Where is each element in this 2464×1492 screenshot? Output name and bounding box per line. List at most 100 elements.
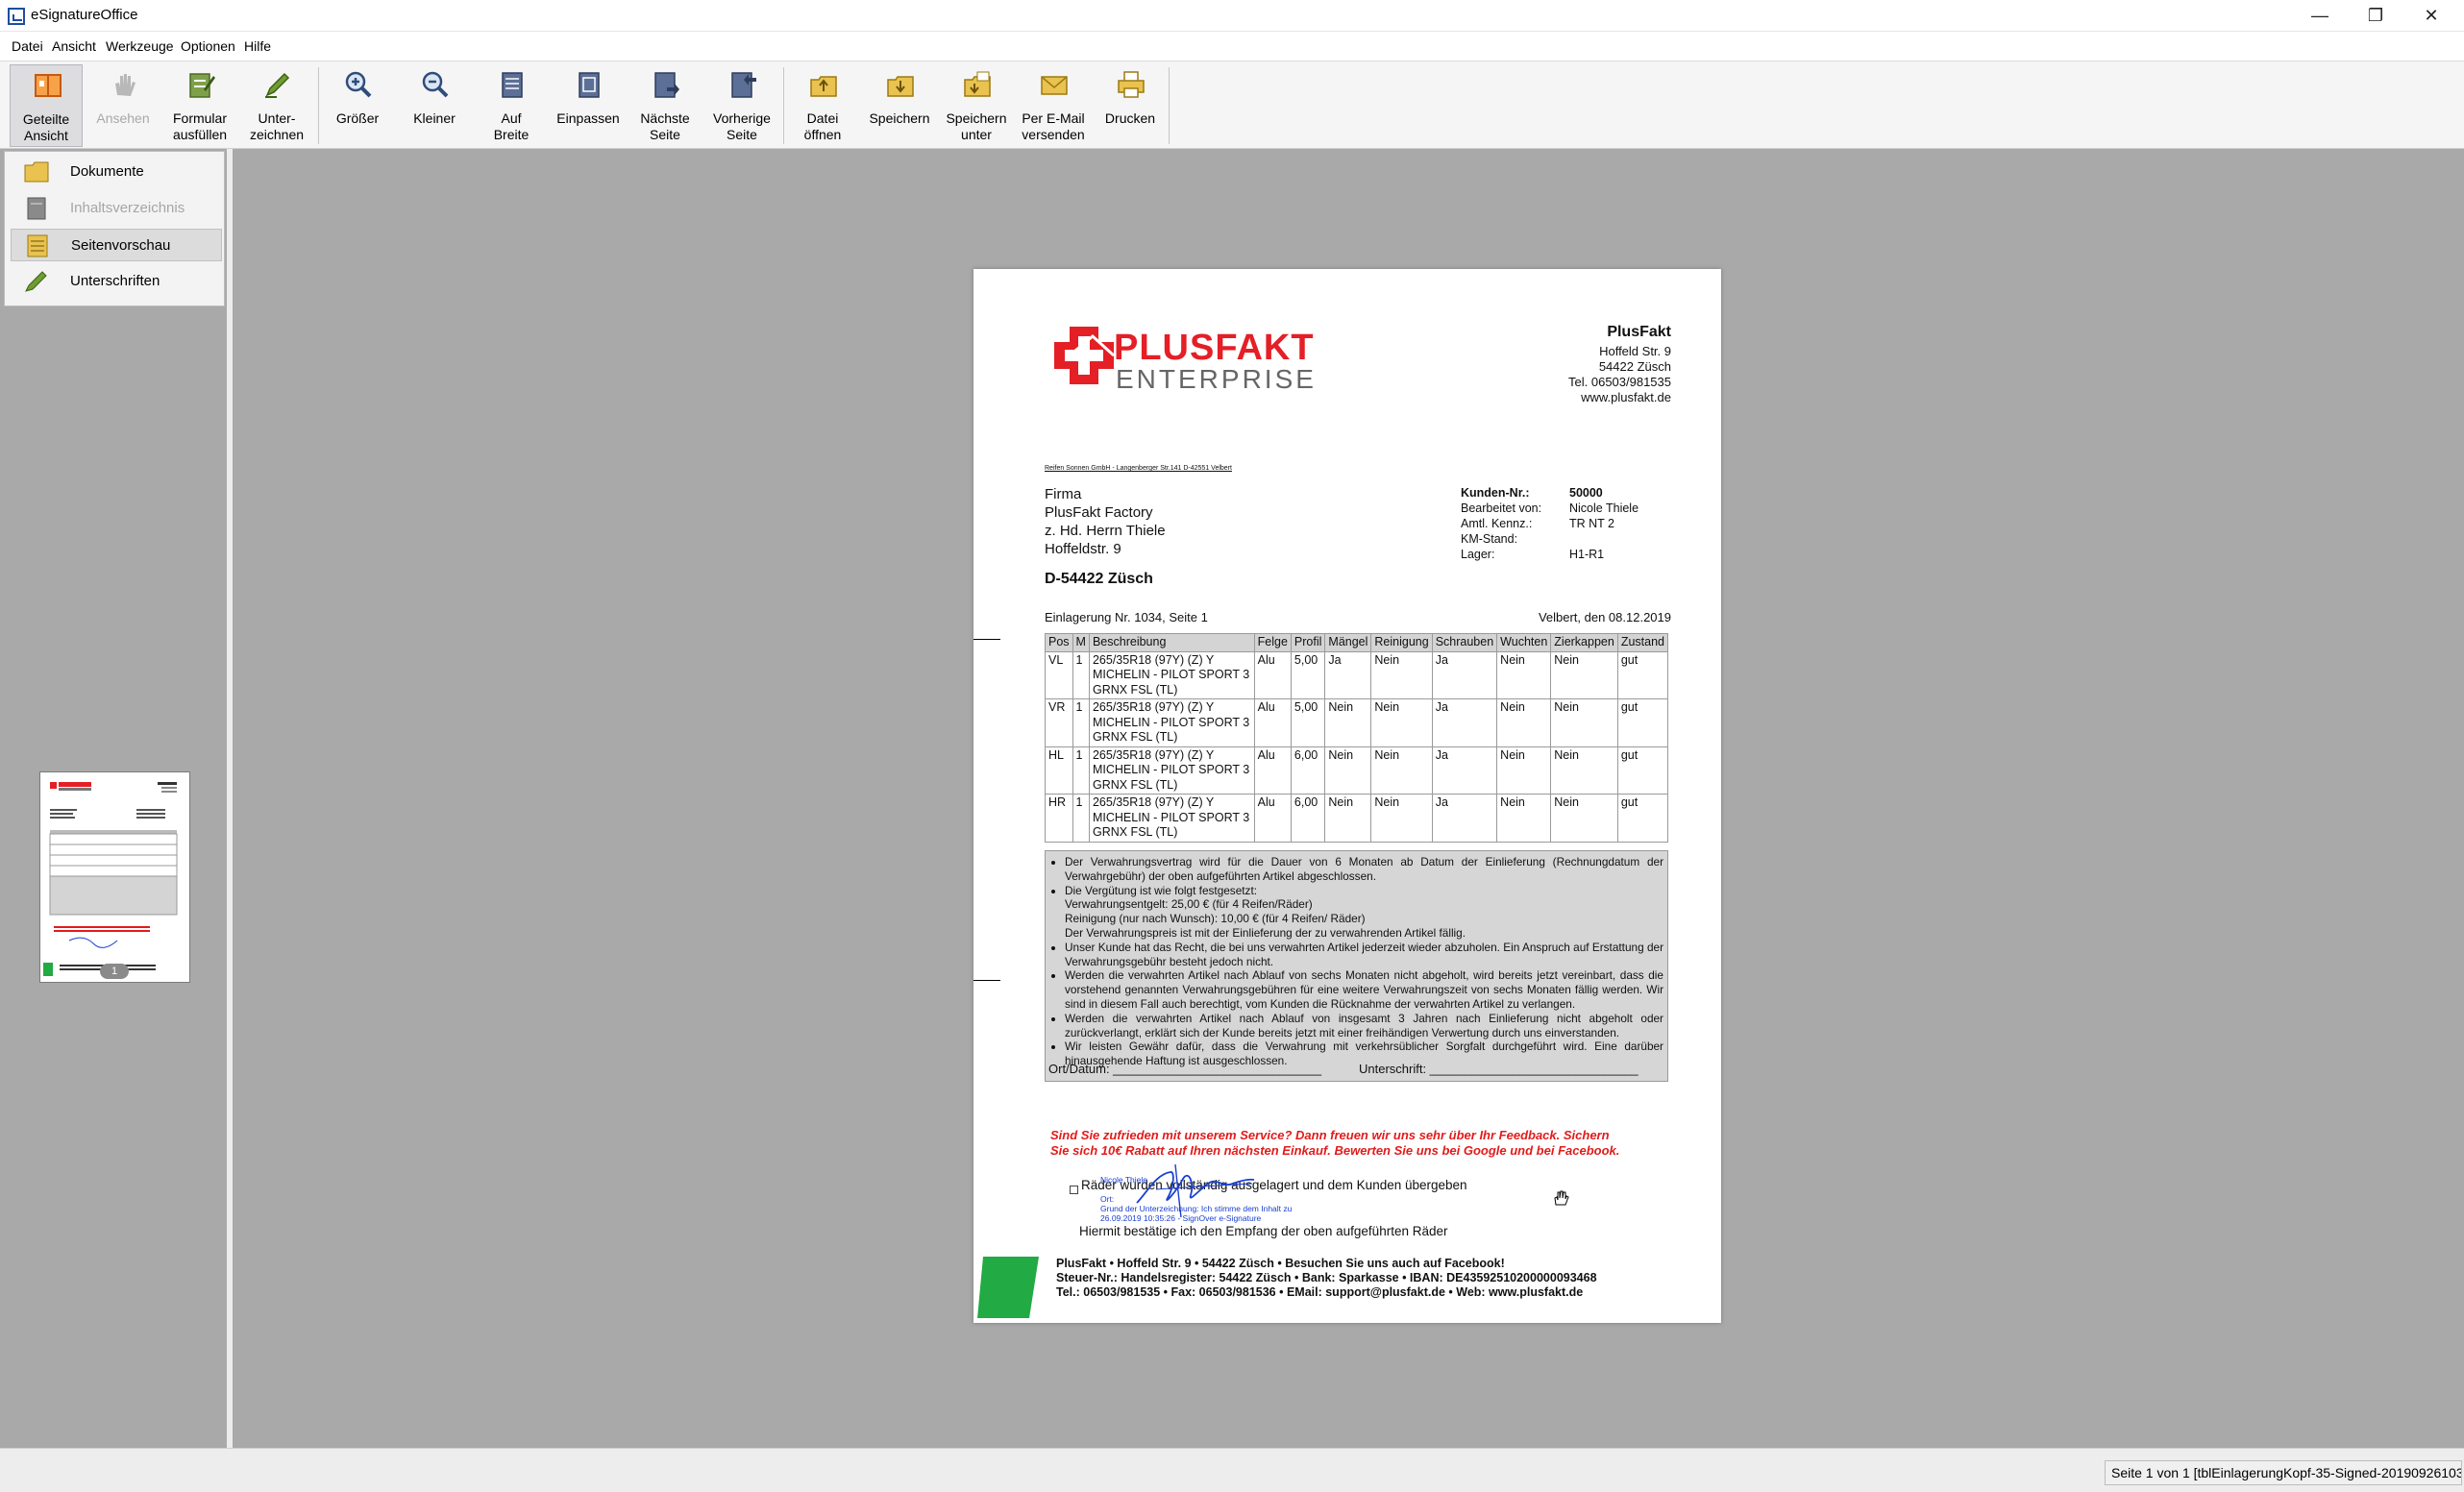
- cell-zierkappen: Nein: [1550, 650, 1618, 699]
- info-value: H1-R1: [1569, 548, 1605, 561]
- cell-profil: 6,00: [1290, 794, 1326, 843]
- minimize-button[interactable]: —: [2293, 0, 2347, 32]
- close-button[interactable]: ✕: [2404, 0, 2458, 32]
- fit-width-icon: [502, 72, 523, 98]
- signature-label: Unterschrift: __________________________…: [1359, 1062, 1639, 1077]
- cell-zustand: gut: [1616, 746, 1669, 795]
- cell-m: 1: [1072, 698, 1090, 747]
- fold-mark: [973, 639, 1000, 640]
- page-thumbnail[interactable]: 1: [39, 771, 190, 983]
- save-as-icon: [964, 71, 991, 97]
- next-page-button[interactable]: Nächste Seite: [628, 64, 702, 147]
- terms-item: Die Vergütung ist wie folgt festgesetzt:…: [1065, 884, 1663, 941]
- recipient-line: PlusFakt Factory: [1045, 504, 1153, 521]
- column-header: Zierkappen: [1550, 633, 1618, 652]
- company-phone: Tel. 06503/981535: [1568, 375, 1671, 389]
- signature-stamp-line: Ort:: [1100, 1194, 1115, 1204]
- place-date-label: Ort/Datum: _____________________________…: [1048, 1062, 1322, 1077]
- menu-datei[interactable]: Datei: [12, 38, 43, 54]
- column-header: Profil: [1290, 633, 1326, 652]
- info-label: Lager:: [1461, 548, 1495, 561]
- book-icon: [27, 197, 46, 220]
- cell-profil: 5,00: [1290, 698, 1326, 747]
- next-page-icon: [654, 72, 679, 98]
- description-line: MICHELIN - PILOT SPORT 3: [1092, 810, 1250, 824]
- thumbnail-page-number: 1: [100, 964, 129, 979]
- menu-optionen[interactable]: Optionen: [181, 38, 235, 54]
- document-page[interactable]: PLUSFAKT ENTERPRISE PlusFakt Hoffeld Str…: [973, 269, 1721, 1323]
- app-icon: [8, 8, 25, 25]
- zoom-in-button[interactable]: Größer: [321, 64, 394, 147]
- cell-schrauben: Ja: [1431, 746, 1498, 795]
- company-web: www.plusfakt.de: [1581, 390, 1671, 404]
- menu-hilfe[interactable]: Hilfe: [244, 38, 271, 54]
- table-header-row: Pos M Beschreibung Felge Profil Mängel R…: [1045, 633, 1669, 652]
- description-line: 265/35R18 (97Y) (Z) Y: [1092, 652, 1215, 667]
- cell-pos: HR: [1045, 794, 1073, 843]
- fit-width-button[interactable]: Auf Breite: [475, 64, 548, 147]
- cell-zierkappen: Nein: [1550, 746, 1618, 795]
- fit-page-button[interactable]: Einpassen: [552, 64, 625, 147]
- terms-item: Werden die verwahrten Artikel nach Ablau…: [1065, 1012, 1663, 1040]
- feedback-text: Sind Sie zufrieden mit unserem Service? …: [1050, 1128, 1610, 1142]
- menu-bar: Datei Ansicht Werkzeuge Optionen Hilfe: [0, 32, 2464, 61]
- cell-description: 265/35R18 (97Y) (Z) Y MICHELIN - PILOT SP…: [1088, 698, 1255, 747]
- footer-line: PlusFakt • Hoffeld Str. 9 • 54422 Züsch …: [1056, 1257, 1505, 1270]
- cell-wuchten: Nein: [1496, 698, 1552, 747]
- email-button[interactable]: Per E-Mail versenden: [1017, 64, 1090, 147]
- confirmation-text: Hiermit bestätige ich den Empfang der ob…: [1079, 1224, 1448, 1238]
- company-street: Hoffeld Str. 9: [1599, 344, 1671, 358]
- logo-wordmark: PLUSFAKT: [1114, 328, 1315, 368]
- terms-item-text: Die Vergütung ist wie folgt festgesetzt:: [1065, 883, 1257, 897]
- cell-pos: VL: [1045, 650, 1073, 699]
- description-line: MICHELIN - PILOT SPORT 3: [1092, 763, 1250, 776]
- cell-reinigung: Nein: [1370, 650, 1433, 699]
- menu-ansicht[interactable]: Ansicht: [52, 38, 96, 54]
- toolbar-separator: [318, 67, 319, 144]
- fee-line: Der Verwahrungspreis ist mit der Einlief…: [1065, 925, 1466, 940]
- save-button[interactable]: Speichern: [863, 64, 936, 147]
- cell-wuchten: Nein: [1496, 794, 1552, 843]
- sidebar-item-page-preview[interactable]: Seitenvorschau: [11, 229, 222, 261]
- sidebar-item-table-of-contents[interactable]: Inhaltsverzeichnis: [11, 192, 222, 225]
- previous-page-button[interactable]: Vorherige Seite: [705, 64, 778, 147]
- cell-felge: Alu: [1253, 698, 1292, 747]
- sidebar-item-documents[interactable]: Dokumente: [11, 156, 222, 188]
- fill-form-button[interactable]: Formular ausfüllen: [163, 64, 236, 147]
- save-as-button[interactable]: Speichern unter: [940, 64, 1013, 147]
- description-line: GRNX FSL (TL): [1092, 682, 1178, 697]
- cell-maengel: Nein: [1324, 746, 1372, 795]
- open-file-button[interactable]: Datei öffnen: [786, 64, 859, 147]
- cell-zierkappen: Nein: [1550, 794, 1618, 843]
- sidebar-item-signatures[interactable]: Unterschriften: [11, 265, 222, 298]
- description-line: 265/35R18 (97Y) (Z) Y: [1092, 795, 1215, 809]
- terms-box: Der Verwahrungsvertrag wird für die Daue…: [1045, 850, 1668, 1082]
- description-line: GRNX FSL (TL): [1092, 777, 1178, 792]
- table-row: HL 1 265/35R18 (97Y) (Z) Y MICHELIN - PIL…: [1045, 746, 1669, 795]
- cell-zustand: gut: [1616, 650, 1669, 699]
- recipient-line: Hoffeldstr. 9: [1045, 541, 1121, 557]
- split-view-button[interactable]: Geteilte Ansicht: [10, 64, 83, 147]
- cell-reinigung: Nein: [1370, 746, 1433, 795]
- cell-description: 265/35R18 (97Y) (Z) Y MICHELIN - PILOT SP…: [1088, 650, 1255, 699]
- footer-logo-shape-icon: [977, 1257, 1039, 1318]
- menu-werkzeuge[interactable]: Werkzeuge: [106, 38, 174, 54]
- print-button[interactable]: Drucken: [1094, 64, 1167, 147]
- fee-line: Reinigung (nur nach Wunsch): 10,00 € (fü…: [1065, 912, 1366, 926]
- handwritten-signature-icon: [1136, 1163, 1255, 1218]
- window-title: eSignatureOffice: [31, 7, 138, 23]
- view-button[interactable]: Ansehen: [86, 64, 160, 147]
- received-checkbox[interactable]: [1070, 1186, 1078, 1194]
- sign-button[interactable]: Unter- zeichnen: [240, 64, 313, 147]
- cell-zierkappen: Nein: [1550, 698, 1618, 747]
- restore-button[interactable]: ❐: [2349, 0, 2402, 32]
- cell-zustand: gut: [1616, 698, 1669, 747]
- cell-m: 1: [1072, 794, 1090, 843]
- cell-pos: VR: [1045, 698, 1073, 747]
- document-subject: Einlagerung Nr. 1034, Seite 1: [1045, 610, 1208, 624]
- zoom-out-icon: [422, 71, 449, 98]
- toolbar-separator: [1169, 67, 1170, 144]
- footer-line: Steuer-Nr.: Handelsregister: 54422 Züsch…: [1056, 1271, 1597, 1284]
- zoom-out-button[interactable]: Kleiner: [398, 64, 471, 147]
- column-header: Zustand: [1616, 633, 1669, 652]
